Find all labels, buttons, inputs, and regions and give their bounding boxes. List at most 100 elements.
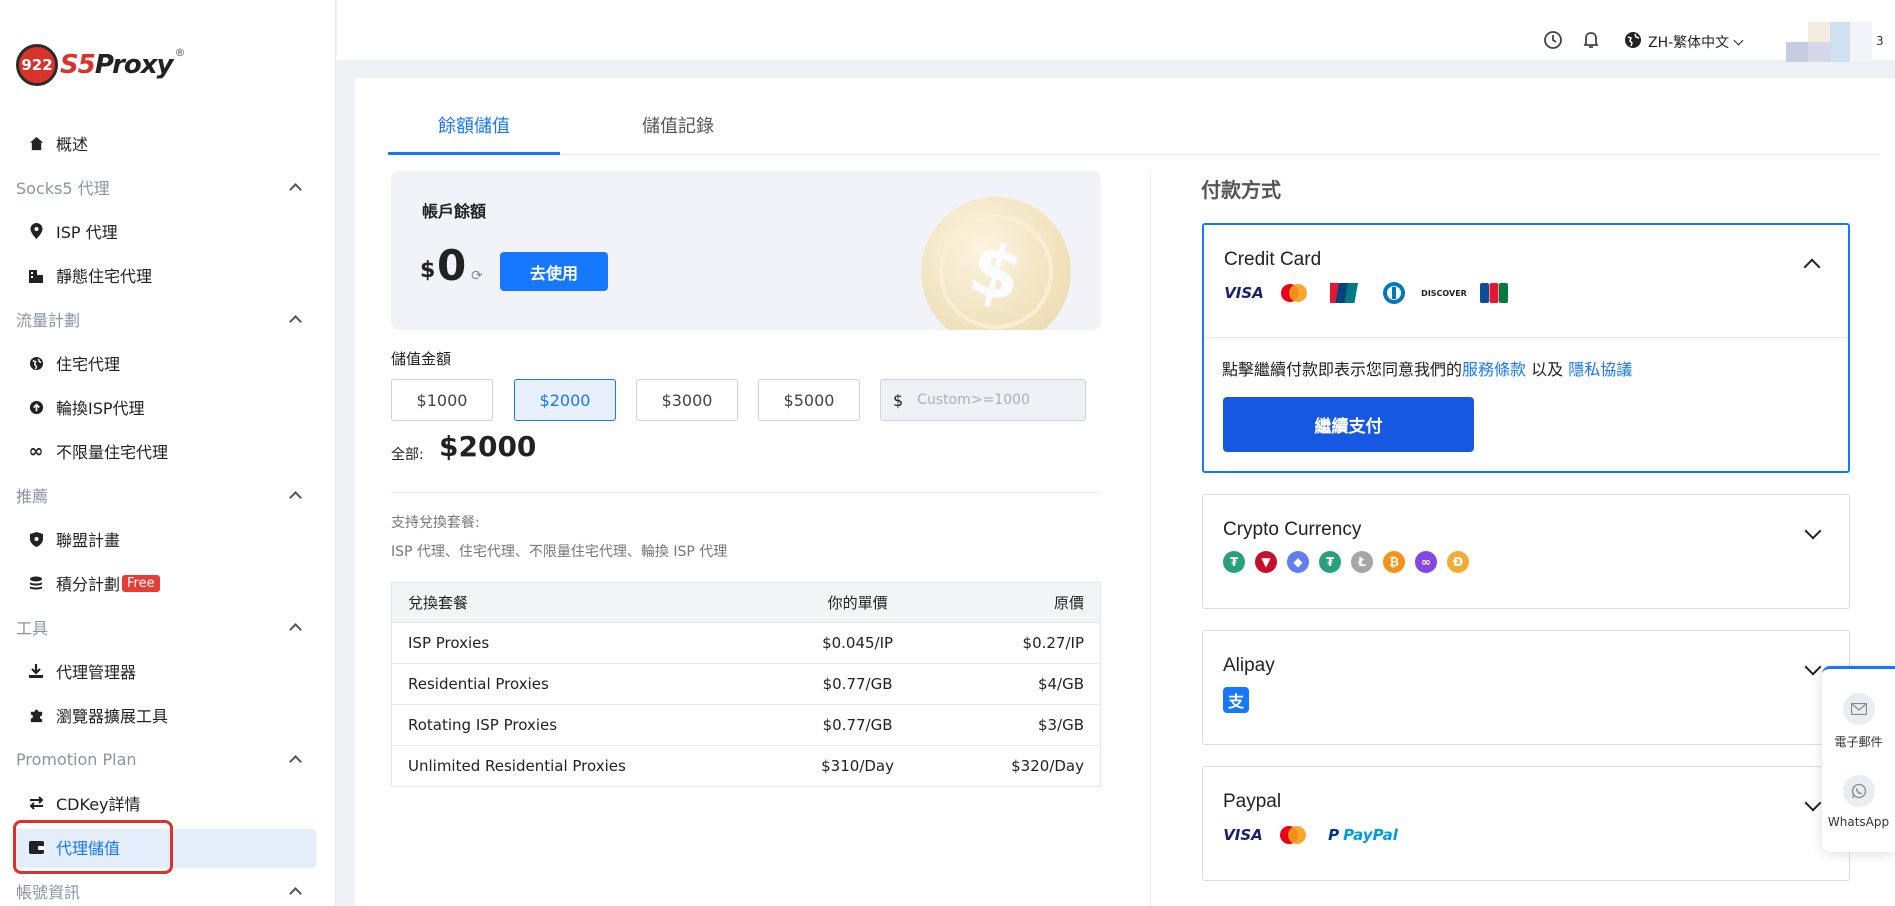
payment-method-name: Paypal — [1223, 791, 1282, 812]
use-balance-button[interactable]: 去使用 — [500, 252, 608, 291]
brand-logo[interactable]: 922 S5Proxy ® — [16, 44, 186, 86]
payment-alipay[interactable]: Alipay 支 — [1202, 630, 1850, 745]
tab-active-underline — [388, 152, 560, 155]
coin-icon: $ — [921, 197, 1071, 330]
chevron-up-icon — [289, 182, 302, 196]
total-label: 全部: — [391, 447, 424, 463]
section-referral[interactable]: 推薦 — [16, 482, 304, 508]
chevron-down-icon[interactable] — [1804, 794, 1822, 812]
your-price: $310/Day — [776, 745, 939, 787]
amount-option-2000[interactable]: $2000 — [514, 379, 616, 421]
original-price: $0.27/IP — [938, 622, 1101, 664]
package-name: Unlimited Residential Proxies — [391, 745, 777, 787]
terms-and: 以及 — [1531, 360, 1564, 379]
payment-paypal[interactable]: Paypal VISA P PayPal — [1202, 766, 1850, 881]
column-header: 你的單價 — [776, 582, 939, 623]
paypal-logos: VISA P PayPal — [1223, 823, 1403, 847]
sidebar-item-cdkey[interactable]: CDKey詳情 — [28, 788, 141, 818]
paypal-icon: P PayPal — [1328, 826, 1398, 844]
terms-agreement: 點擊繼續付款即表示您同意我們的服務條款 以及 隱私協議 — [1222, 356, 1632, 380]
original-price: $4/GB — [938, 663, 1101, 705]
package-name: Residential Proxies — [391, 663, 777, 705]
avatar[interactable]: 3 — [1780, 22, 1884, 62]
table-row: Rotating ISP Proxies $0.77/GB $3/GB — [391, 704, 1101, 746]
payment-method-name: Credit Card — [1224, 249, 1322, 270]
chevron-down-icon[interactable] — [1804, 658, 1822, 676]
sidebar-item-isp[interactable]: ISP 代理 — [28, 216, 118, 246]
payment-crypto[interactable]: Crypto Currency ₮ ▼ ◆ ₮ Ł ₿ ∞ Đ — [1202, 494, 1850, 609]
polygon-icon: ∞ — [1415, 551, 1437, 573]
download-icon — [28, 663, 44, 679]
tab-recharge-history[interactable]: 儲值記錄 — [642, 112, 714, 138]
package-name: ISP Proxies — [391, 622, 777, 664]
bell-icon[interactable] — [1581, 30, 1603, 52]
section-tools[interactable]: 工具 — [16, 614, 304, 640]
section-title: Socks5 代理 — [16, 179, 110, 198]
section-account-info[interactable]: 帳號資訊 — [16, 878, 304, 904]
sidebar-item-affiliate[interactable]: 聯盟計畫 — [28, 524, 120, 554]
amount-option-3000[interactable]: $3000 — [636, 379, 738, 421]
sidebar-item-residential[interactable]: 住宅代理 — [28, 348, 120, 378]
sidebar-item-label: 聯盟計畫 — [56, 531, 121, 550]
mastercard-icon — [1273, 823, 1313, 847]
sidebar-item-overview[interactable]: 概述 — [28, 128, 88, 158]
chevron-down-icon — [1733, 35, 1744, 45]
discover-icon: DISCOVER — [1421, 288, 1467, 298]
tab-balance-recharge[interactable]: 餘額儲值 — [438, 112, 510, 138]
sidebar-item-unlimited-residential[interactable]: ∞ 不限量住宅代理 — [28, 436, 169, 466]
section-divider — [391, 492, 1101, 493]
mail-icon — [1842, 693, 1875, 725]
column-divider — [1150, 171, 1151, 906]
ethereum-icon: ◆ — [1287, 551, 1309, 573]
balance-title: 帳戶餘額 — [422, 202, 487, 221]
privacy-policy-link[interactable]: 隱私協議 — [1568, 360, 1632, 379]
globe-logo-icon: 922 — [16, 44, 58, 86]
sidebar-item-browser-extension[interactable]: 瀏覽器擴展工具 — [28, 700, 168, 730]
sidebar-item-proxy-manager[interactable]: 代理管理器 — [28, 656, 136, 686]
table-row: Unlimited Residential Proxies $310/Day $… — [391, 745, 1101, 787]
amount-option-5000[interactable]: $5000 — [758, 379, 860, 421]
email-label: 電子郵件 — [1834, 735, 1883, 749]
supported-packages-list: ISP 代理、住宅代理、不限量住宅代理、輪換 ISP 代理 — [391, 544, 728, 560]
section-title: Promotion Plan — [16, 749, 137, 769]
jcb-icon — [1474, 281, 1514, 305]
whatsapp-contact[interactable]: WhatsApp — [1822, 775, 1895, 829]
sidebar-item-static-residential[interactable]: 靜態住宅代理 — [28, 260, 152, 290]
history-icon[interactable] — [1543, 30, 1565, 52]
sidebar-item-label: ISP 代理 — [56, 223, 118, 242]
chevron-up-icon — [289, 754, 302, 768]
whatsapp-icon — [1842, 775, 1875, 807]
email-contact[interactable]: 電子郵件 — [1822, 693, 1895, 750]
logo-name-b: Proxy — [94, 50, 174, 80]
section-promotion-plan[interactable]: Promotion Plan — [16, 746, 304, 772]
sidebar-item-rotating-isp[interactable]: 輪換ISP代理 — [28, 392, 145, 422]
mastercard-icon — [1274, 281, 1314, 305]
section-traffic[interactable]: 流量計劃 — [16, 306, 304, 332]
crypto-icons: ₮ ▼ ◆ ₮ Ł ₿ ∞ Đ — [1223, 551, 1469, 573]
balance-currency: $ — [420, 258, 436, 283]
chevron-down-icon[interactable] — [1804, 522, 1822, 540]
custom-amount-field[interactable]: $ — [880, 379, 1086, 421]
custom-amount-input[interactable] — [917, 392, 1068, 408]
usdt-icon: ₮ — [1319, 551, 1341, 573]
building-icon — [28, 267, 44, 283]
terms-of-service-link[interactable]: 服務條款 — [1462, 360, 1526, 379]
original-price: $320/Day — [938, 745, 1101, 787]
language-selector[interactable]: ZH-繁体中文 — [1624, 31, 1744, 53]
section-title: 流量計劃 — [16, 311, 81, 330]
sidebar-item-label: 概述 — [56, 135, 89, 154]
sidebar: 922 S5Proxy ® 概述 Socks5 代理 ISP 代理 靜態住宅代理… — [0, 0, 336, 906]
sidebar-item-label: 瀏覽器擴展工具 — [56, 707, 169, 726]
continue-payment-button[interactable]: 繼續支付 — [1223, 397, 1474, 452]
refresh-icon[interactable]: ⟳ — [471, 268, 483, 284]
chevron-up-icon[interactable] — [1803, 258, 1821, 276]
registered-mark: ® — [174, 46, 186, 59]
sidebar-item-points[interactable]: 積分計劃 Free — [28, 568, 160, 598]
pricing-table: 兌換套餐 你的單價 原價 ISP Proxies $0.045/IP $0.27… — [391, 582, 1101, 787]
location-pin-icon — [28, 223, 44, 239]
whatsapp-label: WhatsApp — [1827, 815, 1890, 829]
column-header: 兌換套餐 — [391, 582, 777, 623]
swap-icon — [28, 795, 44, 811]
section-socks5[interactable]: Socks5 代理 — [16, 174, 304, 200]
amount-option-1000[interactable]: $1000 — [391, 379, 493, 421]
